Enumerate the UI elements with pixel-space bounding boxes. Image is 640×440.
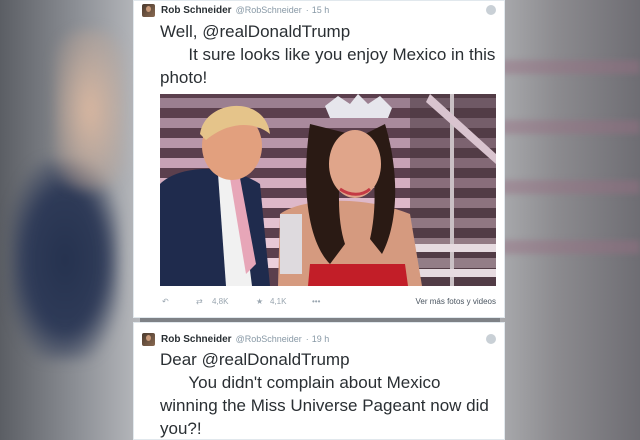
blurred-background-left [0, 0, 140, 440]
globe-icon [486, 334, 496, 344]
tweet-text-line: you?! [160, 419, 202, 438]
blur-stripe [500, 60, 640, 74]
tweet-text-line: winning the Miss Universe Pageant now di… [160, 396, 489, 415]
tweet-photo[interactable] [160, 94, 496, 286]
tweet-text-line: You didn't complain about Mexico [160, 373, 441, 392]
photo-illustration [160, 94, 496, 286]
retweet-count[interactable]: 4,8K [212, 297, 228, 306]
blur-shape [10, 160, 120, 360]
avatar[interactable] [142, 332, 155, 346]
blur-stripe [500, 180, 640, 194]
star-icon[interactable]: ★ [256, 297, 263, 306]
retweet-icon[interactable]: ⇄ [196, 297, 203, 306]
more-options-icon[interactable]: ••• [312, 297, 320, 306]
blurred-background-right [500, 0, 640, 440]
tweet-text-line: Well, @realDonaldTrump [160, 22, 351, 41]
tweet-text-line: It sure looks like you enjoy Mexico in t… [160, 45, 496, 64]
blur-stripe [500, 120, 640, 134]
tweet-card[interactable]: Rob Schneider @RobSchneider · 19 h Dear … [133, 322, 505, 440]
author-name[interactable]: Rob Schneider [161, 5, 232, 16]
blur-shape [55, 30, 125, 190]
meta-separator: · [305, 5, 309, 15]
tweet-time[interactable]: 19 h [312, 334, 330, 344]
more-photos-link[interactable]: Ver más fotos y videos [416, 297, 496, 306]
tweet-time[interactable]: 15 h [312, 5, 330, 15]
reply-icon[interactable]: ↶ [162, 297, 169, 306]
tweet-text-line: photo! [160, 68, 208, 87]
author-handle[interactable]: @RobSchneider [236, 334, 302, 344]
globe-icon [486, 5, 496, 15]
avatar[interactable] [142, 3, 155, 17]
tweet-actions: ↶ ⇄ 4,8K ★ 4,1K ••• Ver más fotos y vide… [160, 296, 496, 310]
author-name[interactable]: Rob Schneider [161, 334, 232, 345]
blur-stripe [500, 240, 640, 254]
tweet-header: Rob Schneider @RobSchneider · 19 h [142, 331, 329, 347]
tweet-text-line: Dear @realDonaldTrump [160, 350, 350, 369]
author-handle[interactable]: @RobSchneider [236, 5, 302, 15]
meta-separator: · [305, 334, 309, 344]
favorite-count[interactable]: 4,1K [270, 297, 286, 306]
tweet-header: Rob Schneider @RobSchneider · 15 h [142, 2, 329, 18]
